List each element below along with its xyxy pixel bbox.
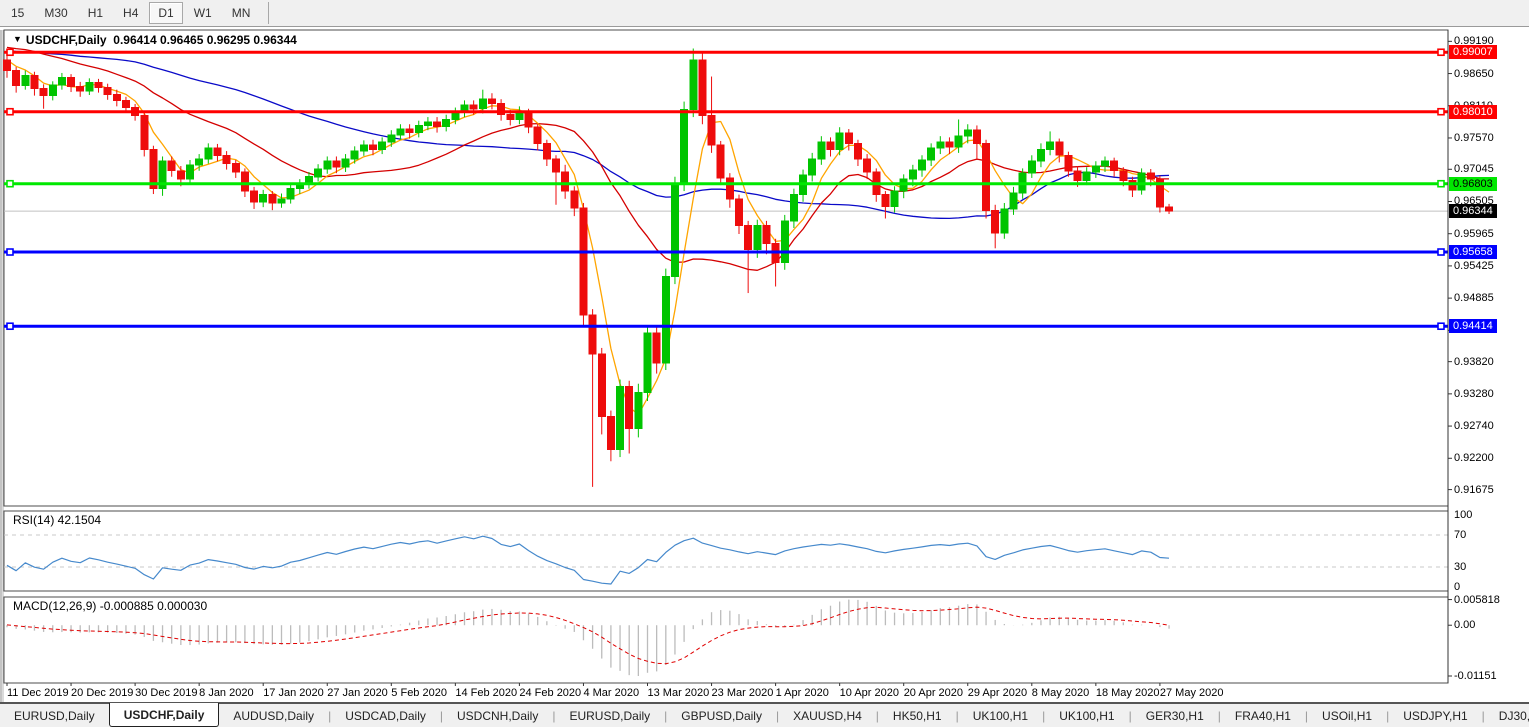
- date-axis-label: 29 Apr 2020: [968, 687, 1027, 699]
- timeframe-button-15[interactable]: 15: [2, 2, 33, 24]
- date-axis-label: 20 Dec 2019: [71, 687, 133, 699]
- tab-dj30-h1[interactable]: DJ30,H1: [1485, 704, 1529, 727]
- price-badge: 0.99007: [1449, 45, 1497, 59]
- hline-handle: [7, 49, 13, 55]
- chart-title-symbol: USDCHF,Daily: [26, 33, 107, 47]
- date-axis-label: 23 Mar 2020: [712, 687, 774, 699]
- timeframe-button-mn[interactable]: MN: [223, 2, 260, 24]
- hline-handle: [7, 109, 13, 115]
- price-axis-tick: 0.93820: [1454, 356, 1494, 368]
- price-axis-tick: 0.97045: [1454, 163, 1494, 175]
- price-badge: 0.96803: [1449, 177, 1497, 191]
- date-axis-label: 5 Feb 2020: [391, 687, 447, 699]
- tab-hk50-h1[interactable]: HK50,H1: [879, 704, 956, 727]
- price-axis-tick: 0.95425: [1454, 260, 1494, 272]
- macd-indicator-label: MACD(12,26,9) -0.000885 0.000030: [13, 599, 207, 613]
- current-price-badge: 0.96344: [1449, 204, 1497, 218]
- macd-axis-tick: 0.005818: [1454, 594, 1500, 606]
- date-axis-label: 27 Jan 2020: [327, 687, 388, 699]
- tab-audusd-daily[interactable]: AUDUSD,Daily: [219, 704, 328, 727]
- date-axis-label: 13 Mar 2020: [648, 687, 710, 699]
- date-axis-label: 14 Feb 2020: [455, 687, 517, 699]
- rsi-axis-tick: 30: [1454, 561, 1466, 573]
- price-axis-tick: 0.97570: [1454, 132, 1494, 144]
- price-axis-tick: 0.91675: [1454, 484, 1494, 496]
- price-badge: 0.94414: [1449, 319, 1497, 333]
- tab-fra40-h1[interactable]: FRA40,H1: [1221, 704, 1305, 727]
- chart-title: ▼ USDCHF,Daily 0.96414 0.96465 0.96295 0.…: [13, 33, 297, 47]
- tab-usdchf-daily[interactable]: USDCHF,Daily: [109, 703, 220, 727]
- date-axis-label: 17 Jan 2020: [263, 687, 324, 699]
- hline-handle: [7, 323, 13, 329]
- tab-ger30-h1[interactable]: GER30,H1: [1132, 704, 1218, 727]
- tab-eurusd-daily[interactable]: EURUSD,Daily: [555, 704, 664, 727]
- timeframe-button-h4[interactable]: H4: [114, 2, 147, 24]
- toolbar-separator: [268, 2, 269, 24]
- macd-axis-tick: 0.00: [1454, 619, 1475, 631]
- date-axis-label: 8 Jan 2020: [199, 687, 253, 699]
- date-axis-label: 24 Feb 2020: [519, 687, 581, 699]
- hline-handle: [1438, 323, 1444, 329]
- price-badge: 0.98010: [1449, 105, 1497, 119]
- rsi-axis-tick: 0: [1454, 581, 1460, 593]
- chart-tab-bar: EURUSD,DailyUSDCHF,DailyAUDUSD,Daily|USD…: [0, 702, 1529, 727]
- price-axis-tick: 0.94885: [1454, 292, 1494, 304]
- macd-axis-tick: -0.01151: [1454, 670, 1497, 682]
- timeframe-toolbar: 15M30H1H4D1W1MN: [0, 0, 1529, 27]
- tab-usdjpy-h1[interactable]: USDJPY,H1: [1389, 704, 1481, 727]
- chart-canvas[interactable]: [0, 28, 1529, 702]
- date-axis-label: 27 May 2020: [1160, 687, 1224, 699]
- hline-handle: [1438, 49, 1444, 55]
- timeframe-button-w1[interactable]: W1: [185, 2, 221, 24]
- price-axis-tick: 0.98650: [1454, 68, 1494, 80]
- tab-uk100-h1[interactable]: UK100,H1: [959, 704, 1042, 727]
- trading-terminal-window: 15M30H1H4D1W1MN ▼ USDCHF,Daily 0.96414 0.…: [0, 0, 1529, 727]
- rsi-indicator-label: RSI(14) 42.1504: [13, 513, 101, 527]
- rsi-axis-tick: 100: [1454, 509, 1472, 521]
- tab-xauusd-h4[interactable]: XAUUSD,H4: [779, 704, 876, 727]
- hline-handle: [1438, 249, 1444, 255]
- chart-title-ohlc: 0.96414 0.96465 0.96295 0.96344: [113, 33, 297, 47]
- price-axis-tick: 0.92200: [1454, 452, 1494, 464]
- tab-gbpusd-daily[interactable]: GBPUSD,Daily: [667, 704, 776, 727]
- hline-handle: [1438, 181, 1444, 187]
- rsi-axis-tick: 70: [1454, 529, 1466, 541]
- date-axis-label: 18 May 2020: [1096, 687, 1160, 699]
- price-axis-tick: 0.92740: [1454, 420, 1494, 432]
- symbol-dropdown-icon[interactable]: ▼: [13, 34, 22, 44]
- date-axis-label: 10 Apr 2020: [840, 687, 899, 699]
- timeframe-button-d1[interactable]: D1: [149, 2, 182, 24]
- chart-region[interactable]: ▼ USDCHF,Daily 0.96414 0.96465 0.96295 0.…: [0, 28, 1529, 702]
- tab-usoil-h1[interactable]: USOil,H1: [1308, 704, 1386, 727]
- tab-eurusd-daily[interactable]: EURUSD,Daily: [0, 704, 109, 727]
- date-axis-label: 20 Apr 2020: [904, 687, 963, 699]
- hline-handle: [7, 181, 13, 187]
- tab-uk100-h1[interactable]: UK100,H1: [1045, 704, 1128, 727]
- timeframe-button-h1[interactable]: H1: [79, 2, 112, 24]
- timeframe-button-m30[interactable]: M30: [35, 2, 76, 24]
- tab-usdcnh-daily[interactable]: USDCNH,Daily: [443, 704, 552, 727]
- date-axis-label: 11 Dec 2019: [7, 687, 69, 699]
- price-axis-tick: 0.93280: [1454, 388, 1494, 400]
- tab-usdcad-daily[interactable]: USDCAD,Daily: [331, 704, 440, 727]
- date-axis-label: 30 Dec 2019: [135, 687, 197, 699]
- price-badge: 0.95658: [1449, 245, 1497, 259]
- date-axis-label: 1 Apr 2020: [776, 687, 829, 699]
- price-axis-tick: 0.95965: [1454, 228, 1494, 240]
- date-axis-label: 8 May 2020: [1032, 687, 1089, 699]
- date-axis-label: 4 Mar 2020: [583, 687, 639, 699]
- hline-handle: [7, 249, 13, 255]
- hline-handle: [1438, 109, 1444, 115]
